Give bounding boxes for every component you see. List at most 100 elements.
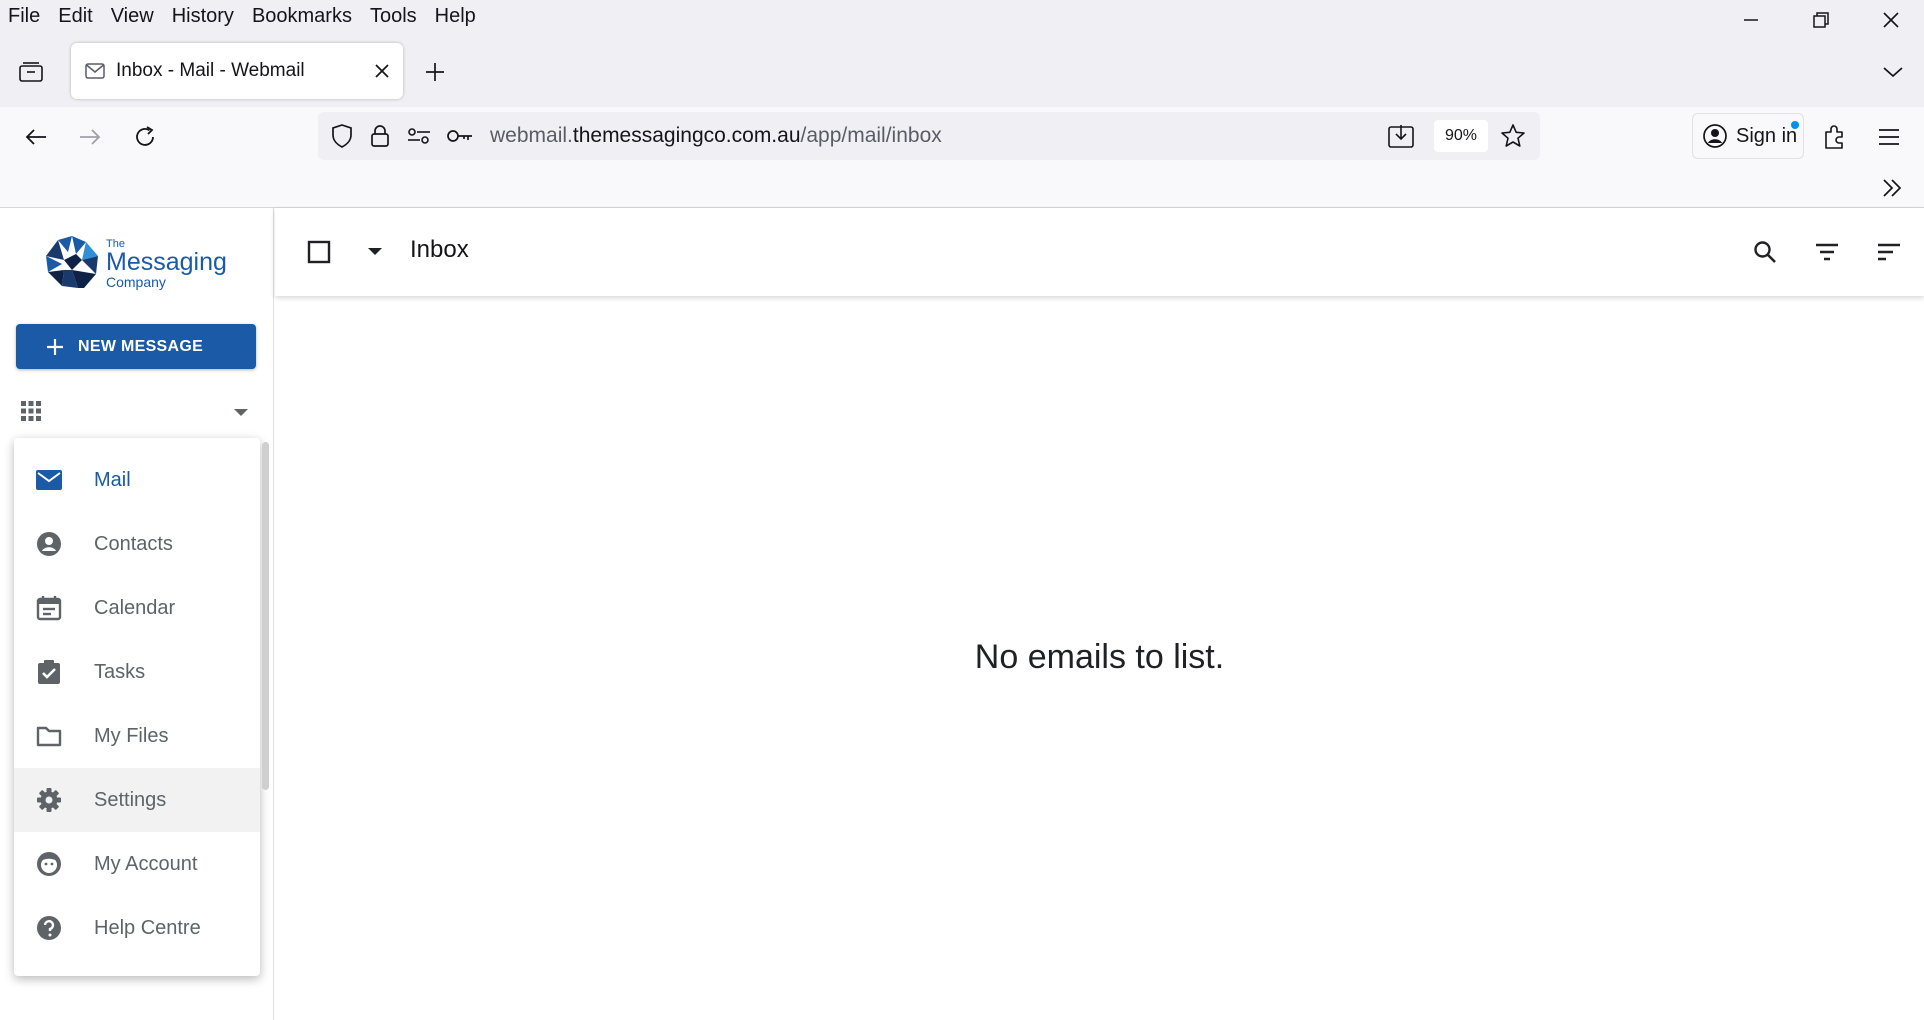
apps-item-tasks[interactable]: Tasks xyxy=(14,640,260,704)
sign-in-label: Sign in xyxy=(1736,124,1798,147)
checkbox-icon xyxy=(307,240,331,264)
new-message-label: NEW MESSAGE xyxy=(78,337,204,355)
reload-button[interactable] xyxy=(128,120,162,154)
apps-item-help-centre[interactable]: Help Centre xyxy=(14,896,260,960)
tab-tray-icon xyxy=(19,62,43,82)
apps-menu-scrollbar[interactable] xyxy=(262,442,269,790)
apps-item-label: Help Centre xyxy=(94,916,201,939)
account-icon xyxy=(37,852,61,876)
forward-button[interactable] xyxy=(74,121,106,153)
back-button[interactable] xyxy=(20,121,52,153)
plus-icon xyxy=(47,338,63,355)
folder-icon xyxy=(36,726,62,747)
apps-item-my-account[interactable]: My Account xyxy=(14,832,260,896)
select-options-dropdown[interactable] xyxy=(367,244,383,260)
url-path: /app/mail/inbox xyxy=(800,124,942,147)
url-domain: themessagingco.com.au xyxy=(572,124,801,147)
minimize-icon xyxy=(1744,19,1758,21)
tasks-icon xyxy=(38,660,60,684)
logo-text-main: Messaging xyxy=(106,248,227,276)
apps-item-label: Contacts xyxy=(94,532,173,555)
calendar-icon xyxy=(36,596,62,621)
url-prefix: webmail. xyxy=(490,124,573,147)
apps-item-my-files[interactable]: My Files xyxy=(14,704,260,768)
close-tab-icon[interactable] xyxy=(375,64,389,78)
apps-item-label: Mail xyxy=(94,468,131,491)
apps-item-label: My Account xyxy=(94,852,198,875)
search-icon xyxy=(1754,241,1776,263)
sort-button[interactable] xyxy=(1873,236,1905,268)
star-icon xyxy=(1501,124,1525,147)
help-icon xyxy=(37,916,61,940)
sign-in-button[interactable]: Sign in xyxy=(1692,113,1804,159)
bookmark-star-button[interactable] xyxy=(1498,121,1528,151)
new-tab-button[interactable] xyxy=(420,57,450,87)
apps-item-label: Calendar xyxy=(94,596,176,619)
zoom-level-button[interactable]: 90% xyxy=(1434,120,1488,152)
caret-down-icon xyxy=(368,248,382,255)
app-switcher-row[interactable] xyxy=(20,398,256,428)
more-bookmarks-button[interactable] xyxy=(1876,175,1908,201)
sort-icon xyxy=(1878,243,1900,261)
arrow-right-icon xyxy=(80,129,101,145)
mail-icon xyxy=(36,470,62,490)
apps-item-label: My Files xyxy=(94,724,169,747)
tab-groups-button[interactable] xyxy=(14,57,48,87)
list-all-tabs-button[interactable] xyxy=(1876,57,1910,87)
apps-item-calendar[interactable]: Calendar xyxy=(14,576,260,640)
logo-text-sub: Company xyxy=(106,274,166,290)
notification-dot xyxy=(1791,121,1799,129)
gear-icon xyxy=(37,788,61,812)
caret-down-icon xyxy=(234,409,248,416)
contact-icon xyxy=(37,532,61,556)
lock-icon[interactable] xyxy=(370,124,390,148)
extensions-button[interactable] xyxy=(1818,120,1852,154)
apps-item-settings[interactable]: Settings xyxy=(14,768,260,832)
shield-icon[interactable] xyxy=(330,123,354,149)
account-circle-icon xyxy=(1703,124,1727,148)
new-message-button[interactable]: NEW MESSAGE xyxy=(16,324,256,369)
apps-item-label: Tasks xyxy=(94,660,146,683)
puzzle-icon xyxy=(1825,125,1843,149)
tab-strip: Inbox - Mail - Webmail xyxy=(0,33,1924,107)
reload-icon xyxy=(136,126,154,146)
plus-icon xyxy=(426,63,444,81)
menu-history[interactable]: History xyxy=(163,5,243,28)
close-icon xyxy=(1883,12,1899,28)
webmail-page: The Messaging Company NEW MESSAGE Mail C… xyxy=(0,208,1924,1020)
select-all-checkbox[interactable] xyxy=(305,238,333,266)
menu-view[interactable]: View xyxy=(102,5,163,28)
sidebar: The Messaging Company NEW MESSAGE Mail C… xyxy=(0,208,274,1020)
save-page-button[interactable] xyxy=(1386,122,1416,150)
hamburger-icon xyxy=(1879,129,1899,145)
chevron-down-icon xyxy=(1883,67,1903,78)
search-button[interactable] xyxy=(1749,236,1781,268)
menu-tools[interactable]: Tools xyxy=(361,5,426,28)
menu-bookmarks[interactable]: Bookmarks xyxy=(243,5,361,28)
tab-title: Inbox - Mail - Webmail xyxy=(116,60,305,81)
double-chevron-right-icon xyxy=(1883,179,1902,197)
url-bar[interactable]: webmail.themessagingco.com.au/app/mail/i… xyxy=(318,112,1540,160)
apps-item-contacts[interactable]: Contacts xyxy=(14,512,260,576)
url-text[interactable]: webmail.themessagingco.com.au/app/mail/i… xyxy=(490,124,942,148)
filter-button[interactable] xyxy=(1811,236,1843,268)
apps-item-mail[interactable]: Mail xyxy=(14,448,260,512)
navigation-toolbar: webmail.themessagingco.com.au/app/mail/i… xyxy=(0,107,1924,167)
folder-title: Inbox xyxy=(410,236,469,263)
permissions-icon[interactable] xyxy=(406,125,432,147)
company-logo: The Messaging Company xyxy=(42,234,227,294)
apps-item-label: Settings xyxy=(94,788,167,811)
menu-help[interactable]: Help xyxy=(426,5,485,28)
apps-menu: Mail Contacts Calendar Tasks My Files Se… xyxy=(14,438,260,976)
menu-file[interactable]: File xyxy=(0,5,49,28)
menu-bar: File Edit View History Bookmarks Tools H… xyxy=(0,0,1924,33)
restore-icon xyxy=(1813,12,1829,28)
apps-grid-icon xyxy=(21,401,41,421)
mail-list-header: Inbox xyxy=(275,208,1924,296)
app-menu-button[interactable] xyxy=(1872,120,1906,154)
tab-inbox[interactable]: Inbox - Mail - Webmail xyxy=(71,43,403,99)
menu-edit[interactable]: Edit xyxy=(49,5,101,28)
filter-icon xyxy=(1816,243,1838,261)
mail-icon xyxy=(85,63,105,79)
key-icon[interactable] xyxy=(446,127,474,145)
